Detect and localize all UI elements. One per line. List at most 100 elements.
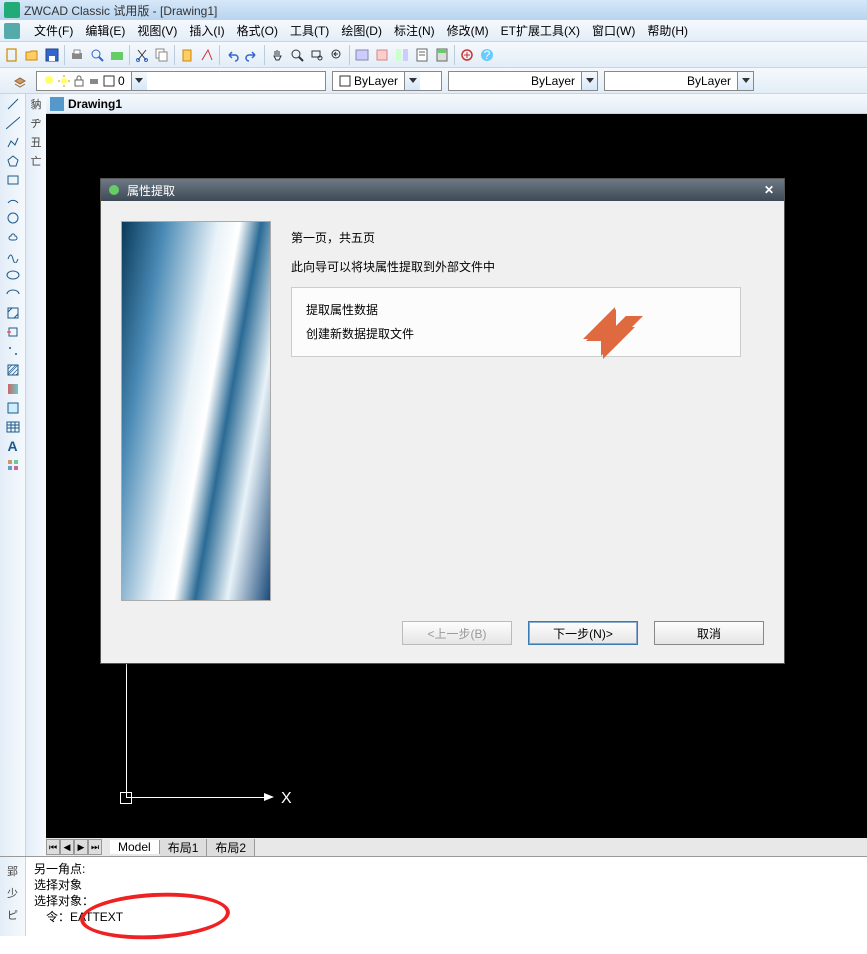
preview-icon[interactable] (89, 47, 105, 63)
cmd-char-2[interactable]: 少 (5, 885, 21, 901)
dialog-title: 属性提取 (127, 182, 175, 199)
clipboard-icon[interactable] (179, 47, 195, 63)
menu-window[interactable]: 窗口(W) (586, 20, 641, 41)
menu-format[interactable]: 格式(O) (231, 20, 284, 41)
bylayer-swatch-icon (339, 75, 351, 87)
command-log[interactable]: 另一角点: 选择对象 选择对象： 令：EATTEXT (26, 857, 867, 936)
polygon-icon[interactable] (5, 153, 21, 169)
point-icon[interactable] (5, 343, 21, 359)
linetype-selector[interactable]: ByLayer (448, 71, 598, 91)
layout-tab-2[interactable]: 布局2 (207, 839, 255, 856)
publish-icon[interactable] (109, 47, 125, 63)
layer-name: 0 (118, 74, 125, 88)
cut-icon[interactable] (134, 47, 150, 63)
ellipse-icon[interactable] (5, 267, 21, 283)
menu-insert[interactable]: 插入(I) (183, 20, 230, 41)
polyline-icon[interactable] (5, 134, 21, 150)
ucs-x-label: X (281, 790, 292, 808)
window-title: ZWCAD Classic 试用版 - [Drawing1] (24, 2, 217, 19)
doc-tab-label[interactable]: Drawing1 (68, 97, 122, 111)
design-center-icon[interactable] (374, 47, 390, 63)
app-menu-icon[interactable] (4, 23, 20, 39)
dialog-close-button[interactable]: ✕ (764, 183, 778, 197)
menu-draw[interactable]: 绘图(D) (335, 20, 388, 41)
menu-file[interactable]: 文件(F) (28, 20, 79, 41)
props-icon[interactable] (354, 47, 370, 63)
undo-icon[interactable] (224, 47, 240, 63)
construction-line-icon[interactable] (5, 115, 21, 131)
hatch-icon[interactable] (5, 362, 21, 378)
menu-tools[interactable]: 工具(T) (284, 20, 335, 41)
dialog-banner-image (121, 221, 271, 601)
layer-selector[interactable]: 0 (36, 71, 326, 91)
char-icon-4[interactable]: 亡 (28, 153, 44, 169)
linetype-value: ByLayer (449, 74, 581, 88)
dialog-icon (107, 183, 121, 197)
color-swatch-icon (103, 75, 115, 87)
match-icon[interactable] (199, 47, 215, 63)
color-value: ByLayer (354, 74, 398, 88)
dialog-next-button[interactable]: 下一步(N)> (528, 621, 638, 645)
zoom-prev-icon[interactable] (329, 47, 345, 63)
ellipse-arc-icon[interactable] (5, 286, 21, 302)
dialog-page-indicator: 第一页，共五页 (291, 229, 764, 246)
char-icon-1[interactable]: 豽 (28, 96, 44, 112)
spline-icon[interactable] (5, 248, 21, 264)
cmd-char-1[interactable]: 郢 (5, 863, 21, 879)
cmd-line: 令：EATTEXT (34, 909, 859, 925)
gradient-icon[interactable] (5, 381, 21, 397)
region-icon[interactable] (5, 400, 21, 416)
pan-icon[interactable] (269, 47, 285, 63)
menu-view[interactable]: 视图(V) (131, 20, 183, 41)
calculator-icon[interactable] (434, 47, 450, 63)
menu-dimension[interactable]: 标注(N) (388, 20, 441, 41)
more-tools-icon[interactable] (5, 457, 21, 473)
bulb-icon (43, 75, 55, 87)
mtext-icon[interactable]: A (5, 438, 21, 454)
insert-block-icon[interactable] (5, 305, 21, 321)
char-icon-3[interactable]: 丑 (28, 134, 44, 150)
menu-et-ext[interactable]: ET扩展工具(X) (495, 20, 586, 41)
lineweight-selector[interactable]: ByLayer (604, 71, 754, 91)
line-icon[interactable] (5, 96, 21, 112)
doc-icon (50, 97, 64, 111)
dialog-options-group: 提取属性数据 创建新数据提取文件 (291, 287, 741, 357)
make-block-icon[interactable] (5, 324, 21, 340)
dialog-title-bar[interactable]: 属性提取 ✕ (101, 179, 784, 201)
zoom-all-icon[interactable] (459, 47, 475, 63)
sun-icon (58, 75, 70, 87)
table-icon[interactable] (5, 419, 21, 435)
cmd-char-3[interactable]: ピ (5, 907, 21, 923)
dialog-cancel-button[interactable]: 取消 (654, 621, 764, 645)
menu-edit[interactable]: 编辑(E) (79, 20, 131, 41)
revcloud-icon[interactable] (5, 229, 21, 245)
color-selector[interactable]: ByLayer (332, 71, 442, 91)
layout-nav[interactable]: ⏮◀▶⏭ (46, 839, 102, 855)
copy-icon[interactable] (154, 47, 170, 63)
redo-icon[interactable] (244, 47, 260, 63)
window-title-bar: ZWCAD Classic 试用版 - [Drawing1] (0, 0, 867, 20)
menu-modify[interactable]: 修改(M) (441, 20, 495, 41)
draw-toolbar: A (0, 94, 26, 856)
attribute-extract-dialog: 属性提取 ✕ 第一页，共五页 此向导可以将块属性提取到外部文件中 提取属性数据 … (100, 178, 785, 664)
char-icon-2[interactable]: ヂ (28, 115, 44, 131)
menu-help[interactable]: 帮助(H) (641, 20, 694, 41)
lineweight-value: ByLayer (605, 74, 737, 88)
annotation-orange-arrow (571, 271, 671, 371)
layer-props-icon[interactable] (12, 73, 28, 89)
rectangle-icon[interactable] (5, 172, 21, 188)
print-icon[interactable] (69, 47, 85, 63)
layer-toolbar: 0 ByLayer ByLayer ByLayer (0, 68, 867, 94)
zoom-icon[interactable] (289, 47, 305, 63)
save-icon[interactable] (44, 47, 60, 63)
sheet-set-icon[interactable] (414, 47, 430, 63)
new-file-icon[interactable] (4, 47, 20, 63)
zoom-window-icon[interactable] (309, 47, 325, 63)
open-file-icon[interactable] (24, 47, 40, 63)
tool-palette-icon[interactable] (394, 47, 410, 63)
layout-tab-model[interactable]: Model (110, 840, 160, 854)
layout-tab-1[interactable]: 布局1 (160, 839, 208, 856)
help-icon[interactable]: ? (479, 47, 495, 63)
circle-icon[interactable] (5, 210, 21, 226)
arc-icon[interactable] (5, 191, 21, 207)
